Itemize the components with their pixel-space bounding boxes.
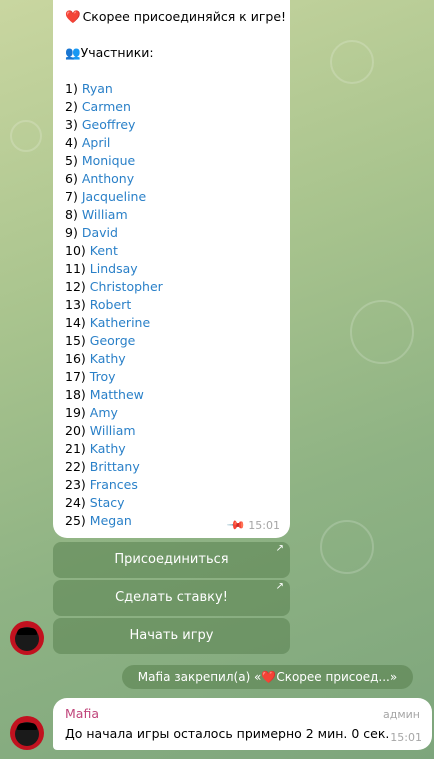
sender-name[interactable]: Mafia (65, 706, 420, 721)
participant-link[interactable]: Kathy (90, 441, 126, 456)
participant-item: 17) Troy (65, 369, 116, 384)
participant-link[interactable]: William (90, 423, 136, 438)
countdown-message-bubble: Mafia админ До начала игры осталось прим… (53, 698, 432, 750)
participant-item: 3) Geoffrey (65, 117, 136, 132)
participant-item: 15) George (65, 333, 136, 348)
participant-link[interactable]: Brittany (90, 459, 140, 474)
participant-item: 19) Amy (65, 405, 118, 420)
participant-item: 23) Frances (65, 477, 138, 492)
participant-item: 8) William (65, 207, 128, 222)
avatar[interactable] (10, 716, 44, 750)
message-time: 15:01 (390, 731, 422, 744)
participant-item: 24) Stacy (65, 495, 125, 510)
message-time: 15:01 (248, 518, 280, 532)
participant-item: 18) Matthew (65, 387, 144, 402)
participant-item: 20) William (65, 423, 136, 438)
participant-item: 6) Anthony (65, 171, 135, 186)
background-doodle (320, 520, 374, 574)
participant-item: 21) Kathy (65, 441, 126, 456)
background-doodle (10, 120, 42, 152)
message-text: До начала игры осталось примерно 2 мин. … (65, 726, 390, 741)
pinned-notice[interactable]: Mafia закрепил(а) «❤️Скорее присоед...» (122, 665, 413, 689)
pin-icon: 📌 (226, 514, 248, 536)
participant-link[interactable]: Carmen (82, 99, 131, 114)
external-arrow-icon: ↗ (275, 581, 284, 592)
participant-link[interactable]: David (82, 225, 118, 240)
mafia-hat-icon (17, 628, 37, 635)
join-message-bubble: ❤️ Скорее присоединяйся к игре! 👥Участник… (53, 0, 290, 538)
participant-link[interactable]: Frances (90, 477, 138, 492)
participant-link[interactable]: Amy (90, 405, 118, 420)
participant-item: 1) Ryan (65, 81, 113, 96)
participants-heading: 👥Участники: (65, 45, 154, 60)
participant-link[interactable]: Kent (90, 243, 118, 258)
background-doodle (350, 300, 414, 364)
participant-link[interactable]: Matthew (90, 387, 144, 402)
participant-item: 2) Carmen (65, 99, 131, 114)
participant-item: 16) Kathy (65, 351, 126, 366)
participant-link[interactable]: Geoffrey (82, 117, 136, 132)
participant-link[interactable]: Kathy (90, 351, 126, 366)
participant-item: 10) Kent (65, 243, 118, 258)
mafia-hat-icon (17, 723, 37, 730)
participant-link[interactable]: Christopher (90, 279, 163, 294)
participant-item: 13) Robert (65, 297, 132, 312)
participant-item: 7) Jacqueline (65, 189, 147, 204)
start-game-button[interactable]: Начать игру (53, 618, 290, 654)
bet-button[interactable]: Сделать ставку! ↗ (53, 580, 290, 616)
participant-item: 5) Monique (65, 153, 136, 168)
participant-link[interactable]: Stacy (90, 495, 125, 510)
heart-icon: ❤️ (65, 9, 81, 24)
participant-item: 11) Lindsay (65, 261, 138, 276)
message-title: ❤️ Скорее присоединяйся к игре! (65, 9, 287, 24)
participant-link[interactable]: William (82, 207, 128, 222)
join-button[interactable]: Присоединиться ↗ (53, 542, 290, 578)
participant-item: 9) David (65, 225, 118, 240)
participant-link[interactable]: Megan (90, 513, 132, 528)
participant-link[interactable]: Robert (90, 297, 131, 312)
participant-link[interactable]: April (82, 135, 111, 150)
participant-item: 12) Christopher (65, 279, 163, 294)
participant-link[interactable]: Lindsay (90, 261, 138, 276)
background-doodle (330, 40, 374, 84)
participant-item: 4) April (65, 135, 111, 150)
participant-link[interactable]: Anthony (82, 171, 134, 186)
message-meta: 📌 15:01 (226, 514, 280, 536)
external-arrow-icon: ↗ (275, 543, 284, 554)
participant-link[interactable]: Ryan (82, 81, 113, 96)
participant-link[interactable]: Jacqueline (82, 189, 146, 204)
admin-badge: админ (383, 708, 420, 721)
participant-link[interactable]: Katherine (90, 315, 150, 330)
avatar[interactable] (10, 621, 44, 655)
participant-link[interactable]: George (90, 333, 136, 348)
participant-item: 14) Katherine (65, 315, 151, 330)
participant-link[interactable]: Troy (90, 369, 116, 384)
participant-list: 1) Ryan 2) Carmen 3) Geoffrey 4) April 5) Mo… (65, 80, 280, 530)
participant-item: 22) Brittany (65, 459, 140, 474)
participant-link[interactable]: Monique (82, 153, 135, 168)
people-icon: 👥 (65, 45, 81, 60)
